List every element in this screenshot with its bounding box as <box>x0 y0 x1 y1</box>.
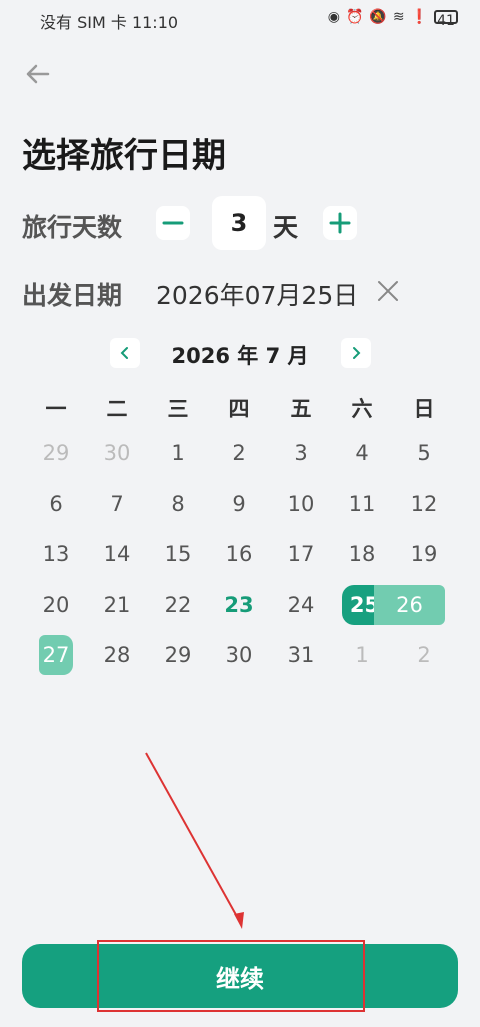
status-bar: 没有 SIM 卡 11:10 ◉ ⏰ 🔕 ≋ ❗ 41 <box>0 0 480 38</box>
page-title: 选择旅行日期 <box>22 136 226 176</box>
page: 没有 SIM 卡 11:10 ◉ ⏰ 🔕 ≋ ❗ 41 选择旅行日期 旅行天数 … <box>0 0 480 1027</box>
calendar-day[interactable]: 16 <box>214 534 264 574</box>
calendar-day[interactable]: 3 <box>276 433 326 473</box>
calendar-day[interactable]: 9 <box>214 484 264 524</box>
calendar-day[interactable]: 22 <box>153 585 203 625</box>
calendar-day[interactable]: 21 <box>92 585 142 625</box>
prev-month-button[interactable] <box>110 338 140 368</box>
calendar-day[interactable]: 14 <box>92 534 142 574</box>
weekday-label: 四 <box>228 397 250 421</box>
calendar-day[interactable]: 5 <box>399 433 449 473</box>
plus-icon <box>329 212 351 234</box>
weekday-label: 二 <box>106 397 128 421</box>
wifi-icon: ≋ <box>392 9 405 25</box>
calendar-day[interactable]: 17 <box>276 534 326 574</box>
weekday-label: 三 <box>167 397 189 421</box>
trip-days-label: 旅行天数 <box>22 213 123 242</box>
chevron-left-icon <box>120 347 128 359</box>
departure-date-value: 2026年07月25日 <box>156 281 359 310</box>
arrow-left-icon <box>26 64 50 84</box>
weekday-label: 五 <box>290 397 312 421</box>
calendar-day[interactable]: 11 <box>337 484 387 524</box>
clear-date-button[interactable] <box>375 278 401 304</box>
calendar-day[interactable]: 20 <box>31 585 81 625</box>
alarm-icon: ⏰ <box>345 9 364 25</box>
status-carrier-time: 没有 SIM 卡 11:10 <box>40 13 179 32</box>
continue-button[interactable]: 继续 <box>22 944 458 1008</box>
calendar-day: 29 <box>42 441 70 465</box>
weekday-label: 六 <box>351 397 373 421</box>
trip-days-unit: 天 <box>273 213 299 242</box>
status-icons: ◉ ⏰ 🔕 ≋ ❗ 41 <box>327 8 458 29</box>
calendar-day[interactable]: 27 <box>39 635 73 675</box>
calendar-day: 1 <box>355 643 369 667</box>
next-month-button[interactable] <box>341 338 371 368</box>
weekday-label: 一 <box>45 397 67 421</box>
calendar-day[interactable]: 26 <box>374 585 445 625</box>
calendar-day: 2 <box>417 643 431 667</box>
calendar-day[interactable]: 19 <box>399 534 449 574</box>
trip-days-value[interactable]: 3 <box>212 196 266 250</box>
calendar-day[interactable]: 12 <box>399 484 449 524</box>
calendar-day[interactable]: 23 <box>214 585 264 625</box>
calendar-day[interactable]: 13 <box>31 534 81 574</box>
eye-icon: ◉ <box>327 9 340 25</box>
decrement-days-button[interactable] <box>156 206 190 240</box>
calendar-day[interactable]: 4 <box>337 433 387 473</box>
weekday-label: 日 <box>413 397 435 421</box>
calendar-day[interactable]: 6 <box>31 484 81 524</box>
calendar-day[interactable]: 29 <box>153 635 203 675</box>
battery-icon: 41 <box>434 10 458 29</box>
calendar-day[interactable]: 31 <box>276 635 326 675</box>
back-button[interactable] <box>22 58 54 90</box>
departure-date-label: 出发日期 <box>22 281 123 310</box>
calendar-day[interactable]: 8 <box>153 484 203 524</box>
calendar-day[interactable]: 1 <box>153 433 203 473</box>
minus-icon <box>162 221 184 225</box>
calendar-day[interactable]: 18 <box>337 534 387 574</box>
calendar-day[interactable]: 7 <box>92 484 142 524</box>
calendar-day[interactable]: 24 <box>276 585 326 625</box>
calendar-day[interactable]: 30 <box>214 635 264 675</box>
calendar-day: 30 <box>103 441 131 465</box>
alert-icon: ❗ <box>410 9 428 25</box>
increment-days-button[interactable] <box>323 206 357 240</box>
calendar-day[interactable]: 28 <box>92 635 142 675</box>
close-icon <box>378 281 398 301</box>
calendar-month-title: 2026 年 7 月 <box>171 344 309 368</box>
calendar-day[interactable]: 15 <box>153 534 203 574</box>
calendar-day[interactable]: 2 <box>214 433 264 473</box>
chevron-right-icon <box>353 347 361 359</box>
calendar-day[interactable]: 10 <box>276 484 326 524</box>
mute-icon: 🔕 <box>369 9 387 25</box>
